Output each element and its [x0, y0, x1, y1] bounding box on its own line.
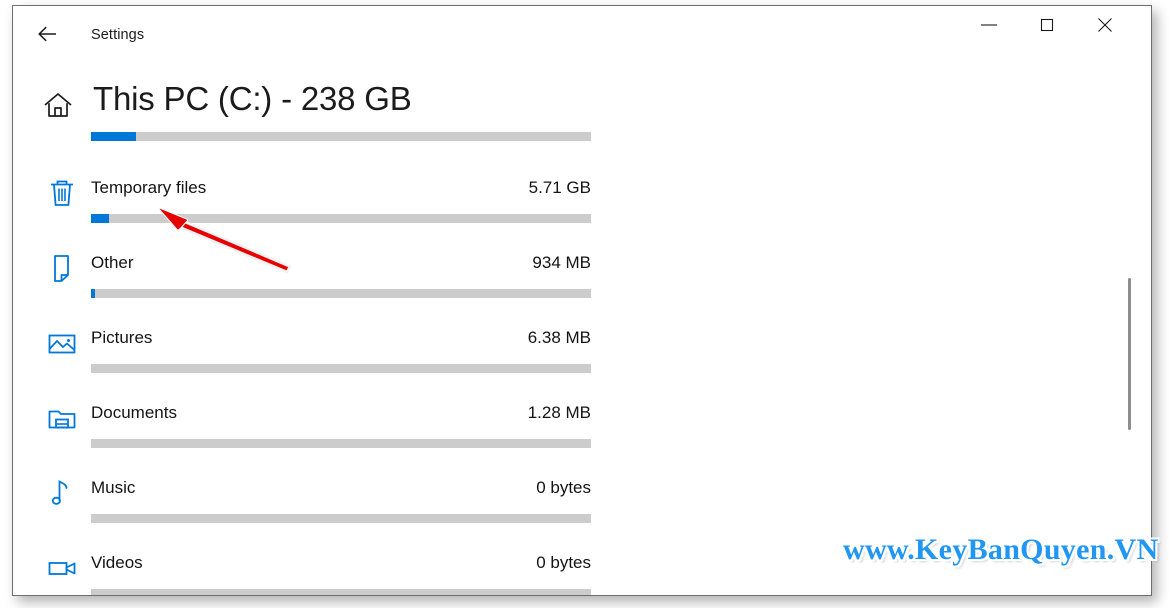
close-button[interactable] — [1082, 6, 1128, 44]
minimize-button[interactable] — [966, 6, 1012, 44]
watermark-text: www.KeyBanQuyen.VN — [843, 533, 1159, 566]
page-title: This PC (C:) - 238 GB — [93, 80, 412, 117]
storage-row-bar — [91, 364, 591, 373]
storage-row-bar — [91, 289, 591, 298]
storage-row-bar — [91, 589, 591, 595]
storage-row-value: 6.38 MB — [527, 328, 591, 347]
storage-row-value: 934 MB — [532, 253, 591, 272]
music-note-icon — [44, 475, 80, 511]
documents-folder-icon — [44, 400, 80, 436]
back-arrow-icon — [37, 25, 59, 43]
storage-row-value: 1.28 MB — [527, 403, 591, 422]
minimize-icon — [978, 19, 1000, 31]
trash-icon — [44, 175, 80, 211]
storage-row-other[interactable]: Other 934 MB — [13, 242, 1151, 317]
storage-row-value: 5.71 GB — [528, 178, 591, 197]
home-icon[interactable] — [41, 88, 75, 122]
settings-window: Settings This PC (C:) - 238 GB Temporary… — [12, 5, 1152, 596]
storage-row-music[interactable]: Music 0 bytes — [13, 467, 1151, 542]
maximize-button[interactable] — [1024, 6, 1070, 44]
storage-row-bar-fill — [91, 214, 109, 223]
storage-row-bar — [91, 214, 591, 223]
close-icon — [1094, 14, 1116, 36]
storage-row-documents[interactable]: Documents 1.28 MB — [13, 392, 1151, 467]
video-camera-icon — [44, 550, 80, 586]
app-title: Settings — [91, 27, 145, 43]
drive-usage-bar-fill — [91, 132, 136, 141]
storage-row-bar — [91, 514, 591, 523]
maximize-icon — [1036, 14, 1058, 36]
storage-row-pictures[interactable]: Pictures 6.38 MB — [13, 317, 1151, 392]
storage-row-value: 0 bytes — [536, 553, 591, 572]
back-button[interactable] — [27, 16, 69, 52]
pictures-icon — [44, 325, 80, 361]
storage-row-bar — [91, 439, 591, 448]
storage-row-bar-fill — [91, 289, 95, 298]
other-file-icon — [44, 250, 80, 286]
drive-usage-bar — [91, 132, 591, 141]
vertical-scrollbar-thumb[interactable] — [1128, 278, 1131, 430]
window-title-bar: Settings — [13, 6, 1151, 61]
storage-row-value: 0 bytes — [536, 478, 591, 497]
storage-row-temporary-files[interactable]: Temporary files 5.71 GB — [13, 167, 1151, 242]
storage-usage-content: This PC (C:) - 238 GB Temporary files 5.… — [13, 61, 1151, 595]
